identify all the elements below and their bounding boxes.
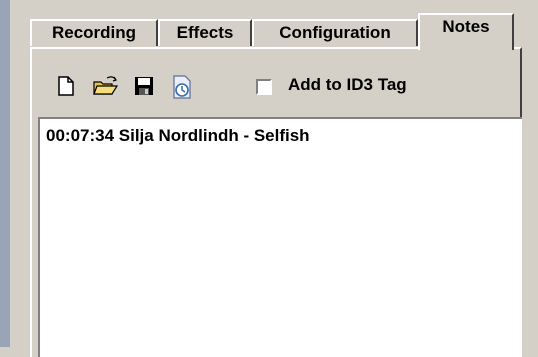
note-line: 00:07:34 Silja Nordlindh - Selfish [46,126,310,145]
timestamp-icon[interactable] [170,74,194,99]
new-file-icon[interactable] [54,74,78,98]
tab-recording[interactable]: Recording [30,19,158,46]
notes-textarea[interactable]: 00:07:34 Silja Nordlindh - Selfish [38,117,522,357]
notes-toolbar: Add to ID3 Tag [48,74,488,104]
tab-configuration[interactable]: Configuration [252,19,418,46]
add-to-id3-checkbox[interactable] [256,79,272,95]
tab-notes[interactable]: Notes [418,13,514,50]
tab-bar: Recording Effects Configuration Notes [30,13,516,50]
window-edge [0,0,10,347]
open-folder-icon[interactable] [92,74,119,98]
save-disk-icon[interactable] [132,74,156,98]
tab-effects[interactable]: Effects [158,19,252,46]
add-to-id3-label[interactable]: Add to ID3 Tag [288,75,407,95]
